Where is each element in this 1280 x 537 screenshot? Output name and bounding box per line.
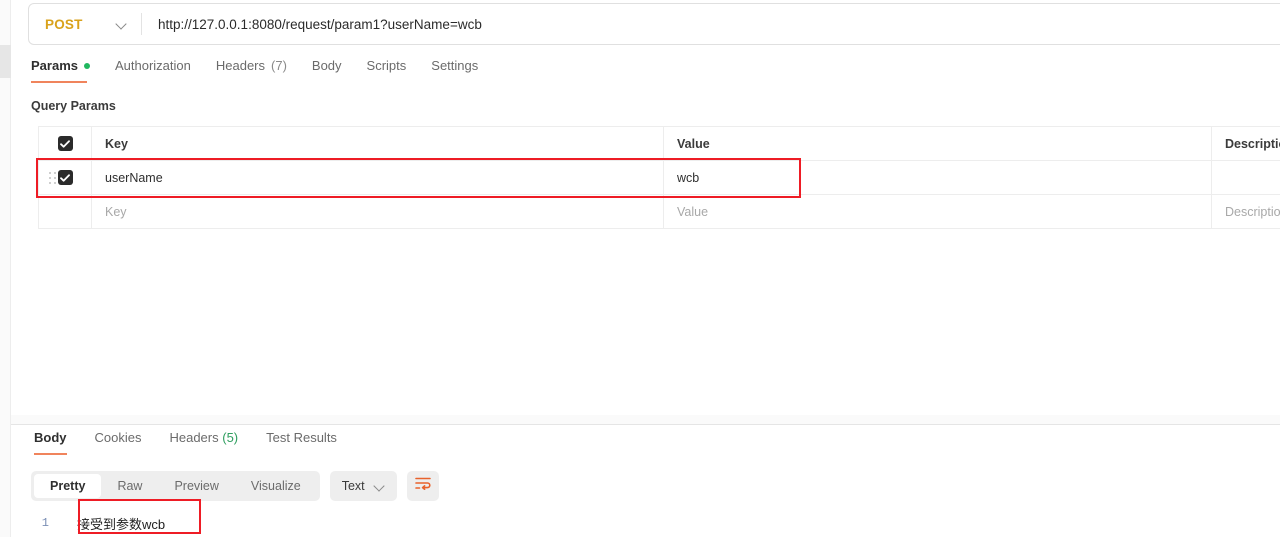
empty-row-select-cell[interactable]	[39, 195, 92, 228]
response-tab-cookies[interactable]: Cookies	[81, 430, 156, 455]
new-param-value-input[interactable]: Value	[664, 195, 1212, 228]
query-params-title: Query Params	[31, 99, 116, 113]
http-method-label: POST	[45, 16, 83, 32]
tab-settings[interactable]: Settings	[431, 58, 495, 83]
request-tabs: Params Authorization Headers (7) Body Sc…	[31, 58, 503, 88]
view-mode-switcher: Pretty Raw Preview Visualize	[31, 471, 320, 501]
tab-headers-count: (7)	[271, 58, 287, 73]
tab-body[interactable]: Body	[312, 58, 359, 83]
response-tab-test-results[interactable]: Test Results	[252, 430, 351, 455]
postman-request-window: POST http://127.0.0.1:8080/request/param…	[0, 0, 1280, 537]
drag-handle-icon[interactable]	[49, 171, 57, 184]
chevron-down-icon	[117, 19, 127, 29]
active-tab-underline	[31, 81, 87, 83]
chevron-down-icon	[375, 481, 385, 491]
tab-headers-label: Headers	[215, 58, 266, 73]
view-mode-preview[interactable]: Preview	[158, 474, 234, 498]
select-all-cell[interactable]	[39, 127, 92, 160]
tab-settings-label: Settings	[431, 58, 479, 73]
pane-gap	[11, 415, 1280, 424]
table-header-row: Key Value Description	[39, 127, 1280, 161]
response-tab-body-label: Body	[34, 430, 67, 445]
tab-body-label: Body	[311, 58, 342, 73]
active-response-tab-underline	[34, 453, 67, 455]
tab-scripts-label: Scripts	[366, 58, 407, 73]
row-select-cell[interactable]	[39, 161, 92, 194]
tab-scripts[interactable]: Scripts	[367, 58, 424, 83]
line-number: 1	[41, 516, 49, 530]
tab-params[interactable]: Params	[31, 58, 107, 83]
view-mode-pretty[interactable]: Pretty	[34, 474, 102, 498]
response-tab-test-results-label: Test Results	[266, 430, 337, 445]
new-param-description-input[interactable]: Description	[1212, 195, 1280, 228]
select-all-checkbox[interactable]	[57, 136, 73, 151]
column-header-description: Description	[1225, 136, 1280, 151]
request-pane: POST http://127.0.0.1:8080/request/param…	[11, 0, 1280, 424]
param-value-input[interactable]: wcb	[664, 161, 1212, 194]
param-key-input[interactable]: userName	[92, 161, 664, 194]
response-tab-body[interactable]: Body	[20, 430, 81, 455]
response-pane: Body Cookies Headers (5) Test Results Pr…	[11, 425, 1280, 537]
column-header-key: Key	[92, 127, 664, 160]
tab-authorization-label: Authorization	[114, 58, 191, 73]
left-sidebar-rail	[0, 0, 11, 537]
tab-authorization[interactable]: Authorization	[115, 58, 208, 83]
tab-headers[interactable]: Headers (7)	[216, 58, 304, 83]
table-row-empty[interactable]: Key Value Description	[39, 195, 1280, 229]
response-body-viewer[interactable]: 1 接受到参数wcb	[11, 509, 1280, 537]
url-input[interactable]: http://127.0.0.1:8080/request/param1?use…	[142, 17, 1280, 32]
response-tab-headers-count: (5)	[222, 430, 239, 445]
view-mode-visualize[interactable]: Visualize	[235, 474, 317, 498]
response-viewer-toolbar: Pretty Raw Preview Visualize Text	[31, 471, 439, 501]
response-tabs: Body Cookies Headers (5) Test Results	[20, 430, 351, 455]
code-line: 1 接受到参数wcb	[11, 509, 1280, 537]
response-tab-headers[interactable]: Headers (5)	[155, 430, 252, 455]
content-type-label: Text	[341, 479, 365, 493]
content-type-dropdown[interactable]: Text	[329, 471, 397, 501]
sidebar-scrollbar-thumb[interactable]	[0, 45, 11, 78]
param-description-input[interactable]	[1212, 161, 1280, 194]
row-enabled-checkbox[interactable]	[57, 170, 73, 185]
tab-params-label: Params	[31, 58, 78, 73]
http-method-dropdown[interactable]: POST	[29, 4, 141, 44]
response-tab-cookies-label: Cookies	[94, 430, 142, 445]
word-wrap-button[interactable]	[406, 471, 439, 501]
word-wrap-icon	[414, 477, 431, 495]
params-modified-dot-icon	[83, 62, 90, 69]
response-body-text: 接受到参数wcb	[77, 516, 166, 532]
view-mode-raw[interactable]: Raw	[101, 474, 158, 498]
response-tab-headers-label: Headers	[169, 430, 219, 445]
new-param-key-input[interactable]: Key	[92, 195, 664, 228]
query-params-table: Key Value Description userName wcb	[38, 126, 1280, 229]
url-bar: POST http://127.0.0.1:8080/request/param…	[28, 3, 1280, 45]
table-row[interactable]: userName wcb	[39, 161, 1280, 195]
column-header-value: Value	[664, 127, 1212, 160]
